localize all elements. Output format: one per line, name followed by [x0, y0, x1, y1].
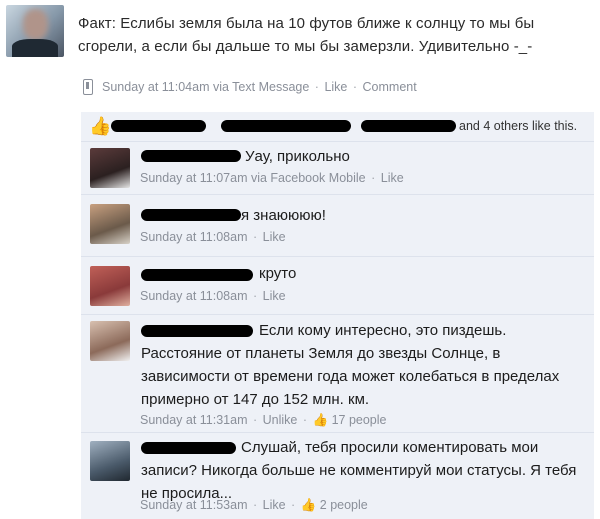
comment-timestamp[interactable]: Sunday at 11:07am via Facebook Mobile	[140, 171, 366, 185]
comment-item: Уау, прикольно Sunday at 11:07am via Fac…	[81, 142, 594, 195]
comment-timestamp[interactable]: Sunday at 11:08am	[140, 230, 247, 244]
avatar-blur	[23, 9, 48, 41]
likes-bar: 👍 and 4 others like this.	[81, 112, 594, 142]
commenter-avatar[interactable]	[90, 204, 130, 244]
mobile-phone-icon	[83, 79, 93, 95]
post-text: Факт: Еслибы земля была на 10 футов ближ…	[78, 15, 535, 55]
comment-timestamp[interactable]: Sunday at 11:31am	[140, 413, 247, 427]
comment-likes-count[interactable]: 17 people	[332, 413, 387, 427]
comment-item: круто Sunday at 11:08am · Like	[81, 257, 594, 315]
redacted-name	[361, 120, 456, 132]
comment-item: Если кому интересно, это пиздешь. Рассто…	[81, 315, 594, 433]
like-link[interactable]: Like	[381, 171, 404, 185]
redacted-name	[221, 120, 351, 132]
thumbs-up-icon: 👍	[300, 498, 317, 512]
thumbs-up-icon: 👍	[89, 116, 112, 136]
comment-meta: Sunday at 11:31am · Unlike · 👍 17 people	[140, 413, 387, 427]
like-link[interactable]: Like	[263, 498, 286, 512]
comment-text: я знаюююю!	[241, 207, 326, 224]
comments-area: 👍 and 4 others like this. Уау, прикольно…	[81, 112, 594, 519]
commenter-avatar[interactable]	[90, 321, 130, 361]
comment-text: Если кому интересно, это пиздешь. Рассто…	[141, 322, 560, 408]
comment-likes-count[interactable]: 2 people	[320, 498, 368, 512]
like-link[interactable]: Like	[263, 230, 286, 244]
likes-summary[interactable]: and 4 others like this.	[459, 119, 577, 133]
comment-meta: Sunday at 11:08am · Like	[140, 289, 286, 303]
comment-meta: Sunday at 11:53am · Like · 👍 2 people	[140, 498, 368, 512]
thumbs-up-icon: 👍	[312, 413, 329, 427]
redacted-name	[141, 150, 241, 162]
comment-item: Слушай, тебя просили коментировать мои з…	[81, 433, 594, 519]
post-author-avatar[interactable]	[6, 5, 64, 57]
comment-text: Слушай, тебя просили коментировать мои з…	[141, 439, 577, 502]
avatar-shape	[11, 38, 59, 57]
post-timestamp[interactable]: Sunday at 11:04am via Text Message	[102, 80, 309, 94]
redacted-name	[111, 120, 206, 132]
comment-text: Уау, прикольно	[245, 148, 350, 165]
unlike-link[interactable]: Unlike	[263, 413, 298, 427]
comment-meta: Sunday at 11:08am · Like	[140, 230, 286, 244]
comment-meta: Sunday at 11:07am via Facebook Mobile · …	[140, 171, 404, 185]
comment-text: круто	[259, 265, 297, 282]
commenter-avatar[interactable]	[90, 441, 130, 481]
like-link[interactable]: Like	[324, 80, 347, 94]
commenter-avatar[interactable]	[90, 148, 130, 188]
comment-timestamp[interactable]: Sunday at 11:53am	[140, 498, 247, 512]
comment-timestamp[interactable]: Sunday at 11:08am	[140, 289, 247, 303]
commenter-avatar[interactable]	[90, 266, 130, 306]
comment-item: я знаюююю! Sunday at 11:08am · Like	[81, 195, 594, 257]
redacted-name	[141, 209, 241, 221]
redacted-name	[141, 269, 253, 281]
post-meta: Sunday at 11:04am via Text Message · Lik…	[102, 80, 417, 94]
like-link[interactable]: Like	[263, 289, 286, 303]
comment-link[interactable]: Comment	[363, 80, 417, 94]
